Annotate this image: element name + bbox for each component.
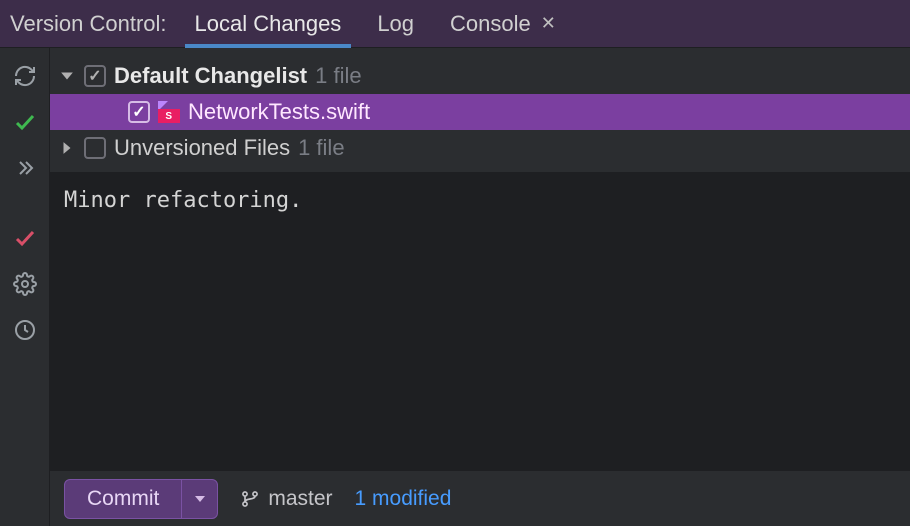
- expand-button[interactable]: [11, 154, 39, 182]
- check-icon: [13, 110, 37, 134]
- swift-file-icon: S: [158, 101, 180, 123]
- chevrons-right-icon: [13, 156, 37, 180]
- changelist-node[interactable]: Default Changelist 1 file: [50, 58, 910, 94]
- settings-button[interactable]: [11, 270, 39, 298]
- branch-indicator[interactable]: master: [240, 487, 332, 511]
- unversioned-node[interactable]: Unversioned Files 1 file: [50, 130, 910, 166]
- unversioned-checkbox[interactable]: [84, 137, 106, 159]
- commit-button[interactable]: Commit: [65, 480, 181, 518]
- revert-check-icon: [13, 226, 37, 250]
- tab-local-changes[interactable]: Local Changes: [177, 0, 360, 47]
- vcs-tab-bar: Version Control: Local Changes Log Conso…: [0, 0, 910, 48]
- refresh-button[interactable]: [11, 62, 39, 90]
- unversioned-name: Unversioned Files: [114, 135, 290, 161]
- left-toolbar: [0, 48, 50, 526]
- main-panel: Default Changelist 1 file S NetworkTests…: [50, 48, 910, 526]
- commit-button-group: Commit: [64, 479, 218, 519]
- gear-icon: [13, 272, 37, 296]
- tab-label: Local Changes: [195, 11, 342, 37]
- branch-icon: [240, 489, 260, 509]
- chevron-right-icon[interactable]: [58, 139, 76, 157]
- commit-dropdown[interactable]: [181, 480, 217, 518]
- branch-name: master: [268, 487, 332, 511]
- commit-footer: Commit master 1 modified: [50, 470, 910, 526]
- unversioned-count: 1 file: [298, 135, 344, 161]
- tabbar-title: Version Control:: [8, 0, 177, 47]
- commit-message-input[interactable]: [50, 172, 910, 470]
- file-checkbox[interactable]: [128, 101, 150, 123]
- file-row[interactable]: S NetworkTests.swift: [50, 94, 910, 130]
- file-name: NetworkTests.swift: [188, 99, 370, 125]
- tab-label: Log: [377, 11, 414, 37]
- refresh-icon: [13, 64, 37, 88]
- changelist-name: Default Changelist: [114, 63, 307, 89]
- changes-tree: Default Changelist 1 file S NetworkTests…: [50, 48, 910, 172]
- tab-label: Console: [450, 11, 531, 37]
- clock-icon: [13, 318, 37, 342]
- modified-count[interactable]: 1 modified: [355, 487, 452, 511]
- tab-console[interactable]: Console ✕: [432, 0, 574, 47]
- changelist-count: 1 file: [315, 63, 361, 89]
- chevron-down-icon[interactable]: [58, 67, 76, 85]
- rollback-button[interactable]: [11, 224, 39, 252]
- changelist-checkbox[interactable]: [84, 65, 106, 87]
- close-icon[interactable]: ✕: [541, 13, 556, 34]
- tab-log[interactable]: Log: [359, 0, 432, 47]
- history-button[interactable]: [11, 316, 39, 344]
- chevron-down-icon: [194, 493, 206, 505]
- commit-check-button[interactable]: [11, 108, 39, 136]
